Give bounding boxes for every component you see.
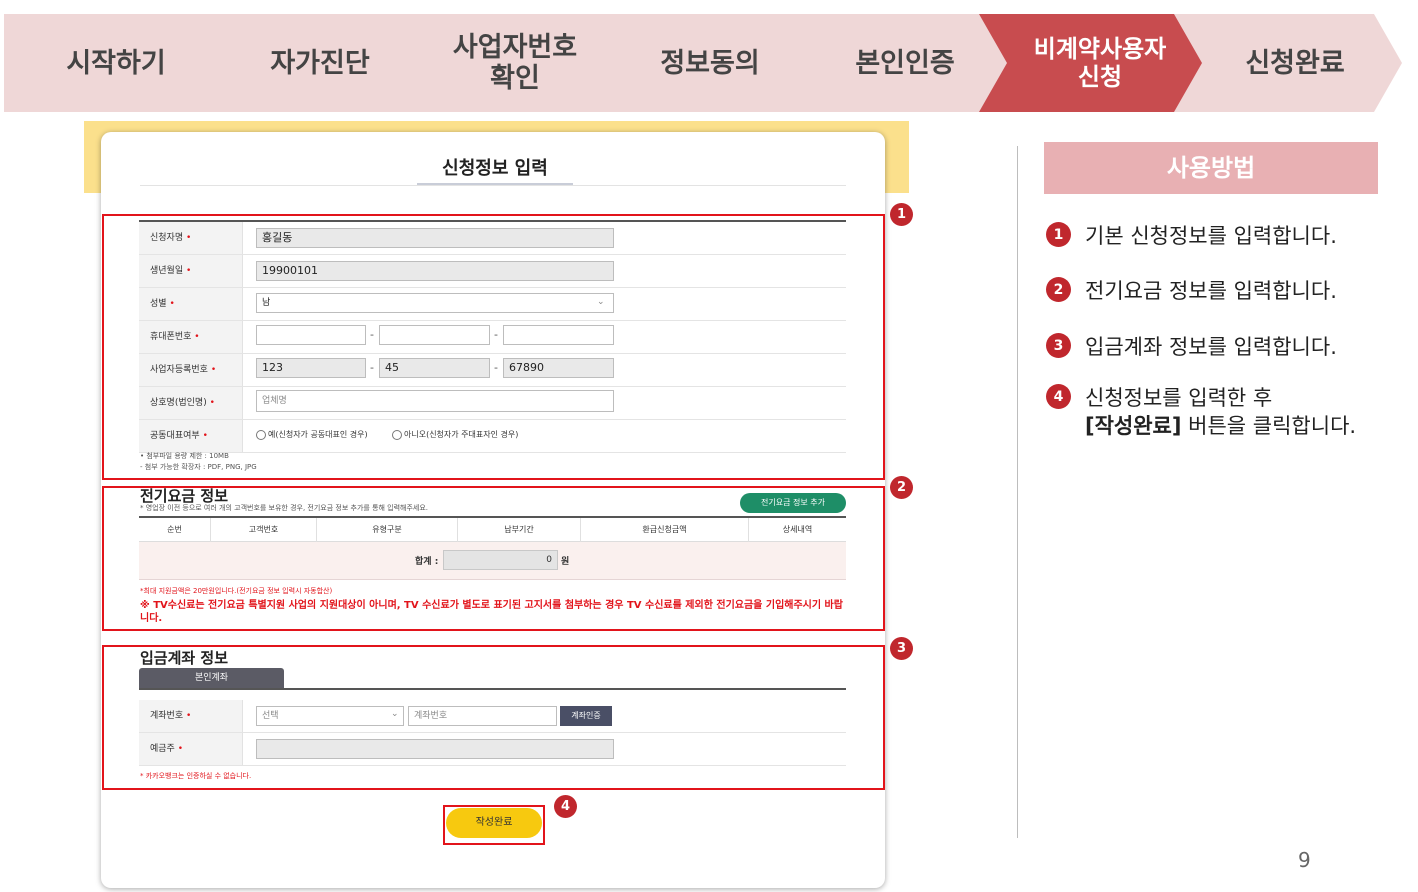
howto-title: 사용방법 <box>1044 142 1378 194</box>
highlight-box-electric-info <box>102 486 885 631</box>
instruction-item-2: 2 전기요금 정보를 입력합니다. <box>1046 277 1337 305</box>
number-badge: 2 <box>1046 277 1071 302</box>
highlight-box-basic-info <box>102 214 885 480</box>
highlight-box-submit <box>443 805 545 845</box>
badge-step-2: 2 <box>890 476 913 499</box>
step-start: 시작하기 <box>4 14 232 112</box>
instruction-item-3: 3 입금계좌 정보를 입력합니다. <box>1046 333 1337 361</box>
title-divider <box>140 185 846 186</box>
step-progress-bar: 시작하기 자가진단 사업자번호 확인 정보동의 본인인증 비계약사용자 신청 신… <box>0 14 1418 112</box>
number-badge: 3 <box>1046 333 1071 358</box>
number-badge: 1 <box>1046 222 1071 247</box>
step-non-contract-application: 비계약사용자 신청 <box>979 14 1207 112</box>
badge-step-4: 4 <box>554 795 577 818</box>
step-business-number: 사업자번호 확인 <box>394 14 622 112</box>
form-title: 신청정보 입력 <box>442 158 548 179</box>
step-consent: 정보동의 <box>589 14 817 112</box>
panel-divider <box>1017 146 1018 838</box>
badge-step-3: 3 <box>890 637 913 660</box>
step-self-diagnosis: 자가진단 <box>199 14 427 112</box>
page-number: 9 <box>1298 848 1311 872</box>
instruction-item-1: 1 기본 신청정보를 입력합니다. <box>1046 222 1337 250</box>
slide: 시작하기 자가진단 사업자번호 확인 정보동의 본인인증 비계약사용자 신청 신… <box>0 0 1418 892</box>
highlight-box-account-info <box>102 645 885 790</box>
badge-step-1: 1 <box>890 203 913 226</box>
step-identity-verification: 본인인증 <box>784 14 1012 112</box>
number-badge: 4 <box>1046 384 1071 409</box>
instruction-item-4: 4 신청정보를 입력한 후 [작성완료] 버튼을 클릭합니다. <box>1046 384 1356 440</box>
step-complete: 신청완료 <box>1174 14 1402 112</box>
